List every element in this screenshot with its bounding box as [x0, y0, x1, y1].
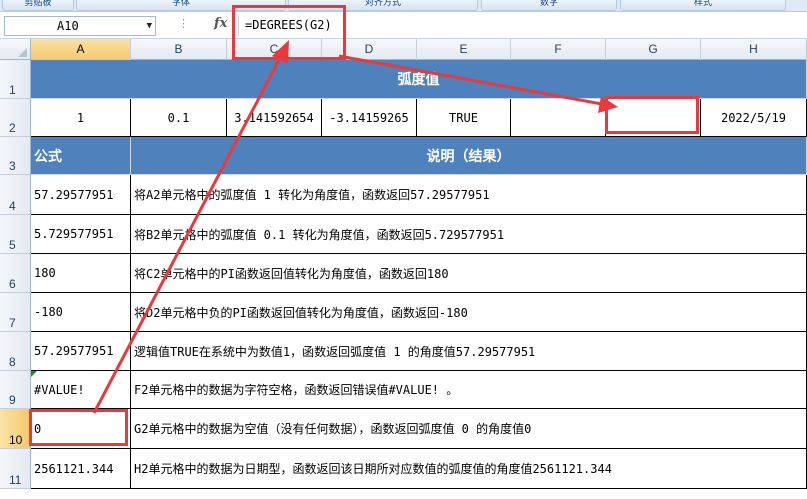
column-header-c[interactable]: C: [227, 39, 322, 60]
description-cell[interactable]: H2单元格中的数据为日期型，函数返回该日期所对应数值的弧度值的角度值256112…: [131, 449, 807, 489]
row-header-1[interactable]: 1: [0, 60, 31, 99]
description-cell[interactable]: 逻辑值TRUE在系统中为数值1，函数返回弧度值 1 的角度值57.2957795…: [131, 332, 807, 371]
column-header-a[interactable]: A: [31, 39, 131, 60]
cell-d2[interactable]: -3.14159265: [322, 99, 417, 137]
column-headers: A B C D E F G H: [0, 39, 807, 60]
column-header-h[interactable]: H: [701, 39, 807, 60]
row-header-9[interactable]: 9: [0, 371, 31, 409]
formula-tools: ⋮ fx: [162, 16, 232, 36]
ribbon-group-clipboard[interactable]: 剪贴板: [2, 0, 74, 11]
formula-bar: A10 ▼ ⋮ fx =DEGREES(G2): [0, 12, 807, 39]
result-cell[interactable]: 2561121.344: [31, 449, 131, 489]
cell-e2[interactable]: TRUE: [417, 99, 511, 137]
row-number: 10: [9, 433, 23, 447]
ribbon-group-number[interactable]: 数字: [481, 0, 617, 11]
table-title[interactable]: 弧度值: [31, 60, 807, 99]
error-indicator-icon: [31, 371, 37, 377]
result-value: #VALUE!: [34, 382, 85, 397]
ribbon-group-font[interactable]: 字体: [76, 0, 286, 11]
cell-a2[interactable]: 1: [31, 99, 131, 137]
description-cell[interactable]: 将B2单元格中的弧度值 0.1 转化为角度值，函数返回5.729577951: [131, 215, 807, 254]
row-number: 4: [9, 199, 16, 213]
cell-a10-active[interactable]: 0: [31, 409, 131, 449]
result-cell[interactable]: 57.29577951: [31, 332, 131, 371]
row-number: 3: [9, 159, 16, 173]
select-all-button[interactable]: [0, 39, 31, 60]
result-cell[interactable]: 5.729577951: [31, 215, 131, 254]
column-header-e[interactable]: E: [417, 39, 511, 60]
formula-input[interactable]: =DEGREES(G2): [238, 16, 807, 36]
column-header-b[interactable]: B: [131, 39, 227, 60]
name-box[interactable]: A10 ▼: [4, 16, 156, 36]
row-number: 7: [9, 316, 16, 330]
row-header-10[interactable]: 10: [0, 409, 31, 449]
result-cell[interactable]: 57.29577951: [31, 175, 131, 215]
row-number: 6: [9, 277, 16, 291]
cell-g2[interactable]: [606, 99, 701, 137]
insert-function-icon[interactable]: fx: [214, 16, 227, 31]
cell-c2[interactable]: 3.141592654: [227, 99, 322, 137]
name-box-value: A10: [57, 19, 79, 33]
description-cell[interactable]: F2单元格中的数据为字符空格，函数返回错误值#VALUE! 。: [131, 371, 807, 409]
row-number: 5: [9, 238, 16, 252]
result-cell[interactable]: -180: [31, 293, 131, 332]
description-cell[interactable]: 将D2单元格中负的PI函数返回值转化为角度值，函数返回-180: [131, 293, 807, 332]
ribbon-group-styles[interactable]: 样式: [620, 0, 786, 11]
row-header-6[interactable]: 6: [0, 254, 31, 293]
row-header-5[interactable]: 5: [0, 215, 31, 254]
row-number: 1: [9, 83, 16, 97]
resize-handle-icon[interactable]: ⋮: [178, 17, 189, 30]
column-header-g[interactable]: G: [606, 39, 701, 60]
header-description[interactable]: 说明（结果）: [131, 137, 807, 175]
description-cell[interactable]: 将C2单元格中的PI函数返回值转化为角度值，函数返回180: [131, 254, 807, 293]
result-cell-error[interactable]: #VALUE!: [31, 371, 131, 409]
row-header-3[interactable]: 3: [0, 137, 31, 175]
description-cell[interactable]: 将A2单元格中的弧度值 1 转化为角度值，函数返回57.29577951: [131, 175, 807, 215]
chevron-down-icon[interactable]: ▼: [147, 17, 152, 35]
row-number: 8: [9, 355, 16, 369]
cell-f2[interactable]: [511, 99, 606, 137]
cell-h2[interactable]: 2022/5/19: [701, 99, 807, 137]
row-header-7[interactable]: 7: [0, 293, 31, 332]
cell-b2[interactable]: 0.1: [131, 99, 227, 137]
row-header-4[interactable]: 4: [0, 175, 31, 215]
result-cell[interactable]: 180: [31, 254, 131, 293]
header-formula[interactable]: 公式: [31, 137, 131, 175]
ribbon-group-alignment[interactable]: 对齐方式: [288, 0, 478, 11]
column-header-f[interactable]: F: [511, 39, 606, 60]
row-header-11[interactable]: 11: [0, 449, 31, 489]
row-header-8[interactable]: 8: [0, 332, 31, 371]
row-number: 2: [9, 121, 16, 135]
row-header-2[interactable]: 2: [0, 99, 31, 137]
row-number: 9: [9, 393, 16, 407]
row-number: 11: [9, 473, 22, 487]
column-header-d[interactable]: D: [322, 39, 417, 60]
ribbon: 剪贴板 字体 对齐方式 数字 样式: [0, 0, 807, 12]
description-cell[interactable]: G2单元格中的数据为空值（没有任何数据），函数返回弧度值 0 的角度值0: [131, 409, 807, 449]
